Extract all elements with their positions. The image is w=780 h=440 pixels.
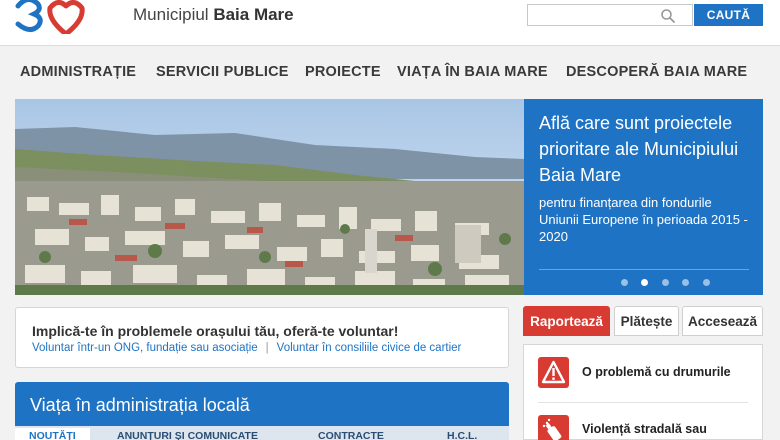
site-name-prefix: Municipiul [133, 5, 214, 24]
tab-anunturi-si-comunicate[interactable]: ANUNȚURI ȘI COMUNICATE [117, 430, 258, 440]
nav-item-descopera-baia-mare[interactable]: DESCOPERĂ BAIA MARE [566, 64, 747, 80]
hero-caption-panel[interactable]: Află care sunt proiectele prioritare ale… [524, 99, 763, 295]
report-item-street-violence[interactable]: Violență stradală sau [524, 415, 762, 440]
nav-item-administratie[interactable]: ADMINISTRAȚIE [20, 64, 136, 80]
hero-subtitle: pentru finanțarea din fondurile Uniunii … [539, 195, 748, 244]
nav-item-proiecte[interactable]: PROIECTE [305, 64, 381, 80]
admin-tabs: NOUTĂȚI ANUNȚURI ȘI COMUNICATE CONTRACTE… [15, 426, 509, 440]
city-panorama-illustration [15, 99, 524, 295]
admin-panel-title: Viața în administrația locală [30, 395, 250, 415]
report-label: Violență stradală sau [582, 422, 707, 436]
search-box [527, 4, 693, 26]
tab-hcl[interactable]: H.C.L. [447, 430, 477, 440]
spray-can-icon [538, 415, 569, 440]
slider-dot[interactable] [682, 279, 690, 286]
slider-dot[interactable] [661, 279, 669, 286]
report-item-roads[interactable]: O problemă cu drumurile [524, 357, 762, 401]
site-header: Municipiul Baia Mare CAUTĂ [0, 0, 780, 46]
search-button[interactable]: CAUTĂ [694, 4, 763, 26]
main-nav: ADMINISTRAȚIE SERVICII PUBLICE PROIECTE … [0, 64, 780, 86]
tab-plateste[interactable]: Plătește [614, 306, 679, 336]
slider-dot[interactable] [621, 279, 628, 286]
tab-acceseaza[interactable]: Accesează [682, 306, 763, 336]
search-input[interactable] [528, 5, 656, 25]
volunteer-ngo-link[interactable]: Voluntar într-un ONG, fundație sau asoci… [32, 342, 258, 354]
site-name[interactable]: Municipiul Baia Mare [133, 5, 294, 25]
hero-slider: Află care sunt proiectele prioritare ale… [15, 99, 763, 295]
tab-noutati[interactable]: NOUTĂȚI [15, 428, 90, 440]
search-icon[interactable] [660, 8, 676, 24]
volunteer-box: Implică-te în problemele orașului tău, o… [15, 307, 509, 368]
slider-dots [621, 279, 719, 287]
report-label: O problemă cu drumurile [582, 365, 731, 379]
hero-city-photo[interactable] [15, 99, 524, 295]
slider-dot[interactable] [702, 279, 710, 286]
slider-dot-active[interactable] [641, 279, 649, 286]
link-separator: | [265, 342, 269, 354]
report-list: O problemă cu drumurile Violență stradal… [523, 344, 763, 440]
site-name-bold: Baia Mare [213, 5, 294, 24]
volunteer-civic-council-link[interactable]: Voluntar în consiliile civice de cartier [277, 342, 462, 354]
tab-raporteaza[interactable]: Raportează [523, 306, 610, 336]
volunteer-links: Voluntar într-un ONG, fundație sau asoci… [32, 342, 461, 354]
warning-triangle-icon [538, 357, 569, 388]
hero-divider [539, 269, 749, 270]
city-logo-icon[interactable] [12, 0, 96, 34]
report-divider [538, 402, 748, 403]
nav-item-servicii-publice[interactable]: SERVICII PUBLICE [156, 64, 289, 80]
tab-contracte[interactable]: CONTRACTE [318, 430, 384, 440]
nav-item-viata-in-baia-mare[interactable]: VIAȚA ÎN BAIA MARE [397, 64, 548, 80]
hero-title[interactable]: Află care sunt proiectele prioritare ale… [539, 110, 749, 188]
local-administration-panel: Viața în administrația locală NOUTĂȚI AN… [15, 382, 509, 440]
volunteer-title: Implică-te în problemele orașului tău, o… [32, 323, 399, 339]
